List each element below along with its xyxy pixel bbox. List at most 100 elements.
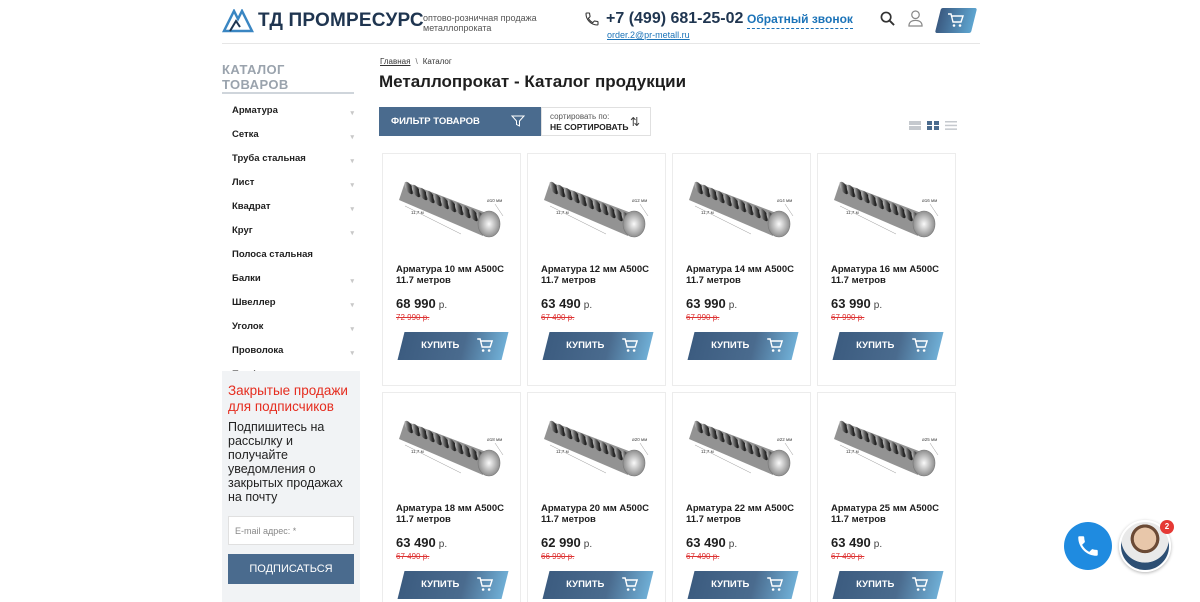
product-name[interactable]: Арматура 10 мм А500С 11.7 метров xyxy=(396,264,518,286)
product-card[interactable]: 11,7 м ø10 мм Арматура 10 мм А500С 11.7 ме… xyxy=(382,153,521,386)
catalog-list: Арматура ▾ Сетка ▾ Труба стальная ▾ Лист ▾ Квадр… xyxy=(222,104,360,392)
cart-button[interactable] xyxy=(934,8,978,33)
sidebar-item[interactable]: Квадрат ▾ xyxy=(222,200,360,224)
product-name[interactable]: Арматура 20 мм А500С 11.7 метров xyxy=(541,503,663,525)
chevron-down-icon[interactable]: ▾ xyxy=(350,299,354,313)
user-icon[interactable] xyxy=(908,10,923,27)
product-name[interactable]: Арматура 25 мм А500С 11.7 метров xyxy=(831,503,953,525)
breadcrumb-current: Каталог xyxy=(422,57,452,66)
product-image[interactable]: 11,7 м ø22 мм xyxy=(681,401,803,489)
price-currency: р. xyxy=(438,539,448,550)
search-icon[interactable] xyxy=(880,11,895,26)
subscribe-title: Закрытые продажи для подписчиков xyxy=(228,383,348,414)
sidebar-item-label: Уголок xyxy=(232,321,264,332)
chevron-down-icon[interactable]: ▾ xyxy=(350,155,354,169)
sidebar-item[interactable]: Сетка ▾ xyxy=(222,128,360,152)
buy-button[interactable]: КУПИТЬ xyxy=(542,332,654,360)
buy-button[interactable]: КУПИТЬ xyxy=(397,332,509,360)
product-image[interactable]: 11,7 м ø20 мм xyxy=(536,401,658,489)
product-name[interactable]: Арматура 22 мм А500С 11.7 метров xyxy=(686,503,808,525)
buy-button[interactable]: КУПИТЬ xyxy=(832,571,944,599)
svg-text:ø20 мм: ø20 мм xyxy=(632,437,647,442)
product-card[interactable]: 11,7 м ø16 мм Арматура 16 мм А500С 11.7 ме… xyxy=(817,153,956,386)
sidebar-item[interactable]: Уголок ▾ xyxy=(222,320,360,344)
email-link[interactable]: order.2@pr-metall.ru xyxy=(607,30,690,40)
site-header: ТД ПРОМРЕСУРС оптово-розничная продажа м… xyxy=(222,0,980,44)
buy-button[interactable]: КУПИТЬ xyxy=(542,571,654,599)
sidebar-item[interactable]: Балки ▾ xyxy=(222,272,360,296)
view-list-icon[interactable] xyxy=(945,117,957,130)
view-grid-icon[interactable] xyxy=(927,117,939,130)
chevron-down-icon[interactable]: ▾ xyxy=(350,107,354,121)
view-list-wide-icon[interactable] xyxy=(909,117,921,130)
chevron-down-icon[interactable]: ▾ xyxy=(350,227,354,241)
product-price: 68 990 р. xyxy=(396,296,447,311)
product-image[interactable]: 11,7 м ø18 мм xyxy=(391,401,513,489)
sidebar-item[interactable]: Круг ▾ xyxy=(222,224,360,248)
product-name[interactable]: Арматура 16 мм А500С 11.7 метров xyxy=(831,264,953,286)
product-card[interactable]: 11,7 м ø14 мм Арматура 14 мм А500С 11.7 ме… xyxy=(672,153,811,386)
svg-text:11,7 м: 11,7 м xyxy=(701,449,714,454)
svg-text:11,7 м: 11,7 м xyxy=(846,449,859,454)
product-card[interactable]: 11,7 м ø22 мм Арматура 22 мм А500С 11.7 ме… xyxy=(672,392,811,602)
filter-button[interactable]: ФИЛЬТР ТОВАРОВ xyxy=(379,107,541,136)
product-old-price: 67 490 р. xyxy=(541,313,575,322)
email-field[interactable]: E-mail адрес: * xyxy=(228,516,354,545)
sidebar-item[interactable]: Арматура ▾ xyxy=(222,104,360,128)
product-card[interactable]: 11,7 м ø12 мм Арматура 12 мм А500С 11.7 ме… xyxy=(527,153,666,386)
svg-text:ø18 мм: ø18 мм xyxy=(487,437,502,442)
page: ТД ПРОМРЕСУРС оптово-розничная продажа м… xyxy=(0,0,1200,602)
buy-label: КУПИТЬ xyxy=(566,340,605,351)
svg-text:ø16 мм: ø16 мм xyxy=(922,198,937,203)
sidebar-item[interactable]: Лист ▾ xyxy=(222,176,360,200)
sidebar-item[interactable]: Швеллер ▾ xyxy=(222,296,360,320)
sort-value: НЕ СОРТИРОВАТЬ xyxy=(550,122,629,132)
product-name[interactable]: Арматура 18 мм А500С 11.7 метров xyxy=(396,503,518,525)
sidebar-item-label: Сетка xyxy=(232,129,259,140)
price-currency: р. xyxy=(873,300,883,311)
product-card[interactable]: 11,7 м ø25 мм Арматура 25 мм А500С 11.7 ме… xyxy=(817,392,956,602)
chevron-down-icon[interactable]: ▾ xyxy=(350,347,354,361)
price-value: 63 990 xyxy=(831,296,871,311)
product-name[interactable]: Арматура 12 мм А500С 11.7 метров xyxy=(541,264,663,286)
chevron-down-icon[interactable]: ▾ xyxy=(350,131,354,145)
price-value: 63 490 xyxy=(831,535,871,550)
callback-link[interactable]: Обратный звонок xyxy=(747,12,853,29)
buy-label: КУПИТЬ xyxy=(421,579,460,590)
chevron-down-icon[interactable]: ▾ xyxy=(350,275,354,289)
sidebar-item[interactable]: Проволока ▾ xyxy=(222,344,360,368)
product-image[interactable]: 11,7 м ø16 мм xyxy=(826,162,948,250)
price-currency: р. xyxy=(583,300,593,311)
product-old-price: 67 990 р. xyxy=(686,313,720,322)
phone-number[interactable]: +7 (499) 681-25-02 xyxy=(606,10,743,28)
sort-dropdown[interactable]: сортировать по: НЕ СОРТИРОВАТЬ ⇅ xyxy=(541,107,651,136)
product-card[interactable]: 11,7 м ø18 мм Арматура 18 мм А500С 11.7 ме… xyxy=(382,392,521,602)
sidebar-item[interactable]: Труба стальная ▾ xyxy=(222,152,360,176)
product-image[interactable]: 11,7 м ø25 мм xyxy=(826,401,948,489)
buy-button[interactable]: КУПИТЬ xyxy=(687,332,799,360)
chevron-down-icon[interactable]: ▾ xyxy=(350,323,354,337)
sidebar-item-label: Квадрат xyxy=(232,201,271,212)
product-card[interactable]: 11,7 м ø20 мм Арматура 20 мм А500С 11.7 ме… xyxy=(527,392,666,602)
buy-button[interactable]: КУПИТЬ xyxy=(397,571,509,599)
product-image[interactable]: 11,7 м ø10 мм xyxy=(391,162,513,250)
product-image[interactable]: 11,7 м ø12 мм xyxy=(536,162,658,250)
svg-text:ø14 мм: ø14 мм xyxy=(777,198,792,203)
logo[interactable]: ТД ПРОМРЕСУРС xyxy=(222,9,424,33)
subscribe-button[interactable]: ПОДПИСАТЬСЯ xyxy=(228,554,354,584)
buy-button[interactable]: КУПИТЬ xyxy=(832,332,944,360)
price-value: 63 490 xyxy=(396,535,436,550)
page-title: Металлопрокат - Каталог продукции xyxy=(379,72,687,91)
sidebar-item[interactable]: Полоса стальная xyxy=(222,248,360,272)
sidebar-item-label: Лист xyxy=(232,177,255,188)
buy-button[interactable]: КУПИТЬ xyxy=(687,571,799,599)
call-widget-button[interactable] xyxy=(1064,522,1112,570)
view-toggle xyxy=(909,117,957,130)
breadcrumb-separator: \ xyxy=(415,57,418,66)
chevron-down-icon[interactable]: ▾ xyxy=(350,179,354,193)
chevron-down-icon[interactable]: ▾ xyxy=(350,203,354,217)
buy-label: КУПИТЬ xyxy=(856,579,895,590)
product-name[interactable]: Арматура 14 мм А500С 11.7 метров xyxy=(686,264,808,286)
product-image[interactable]: 11,7 м ø14 мм xyxy=(681,162,803,250)
breadcrumb-home[interactable]: Главная xyxy=(380,57,410,66)
